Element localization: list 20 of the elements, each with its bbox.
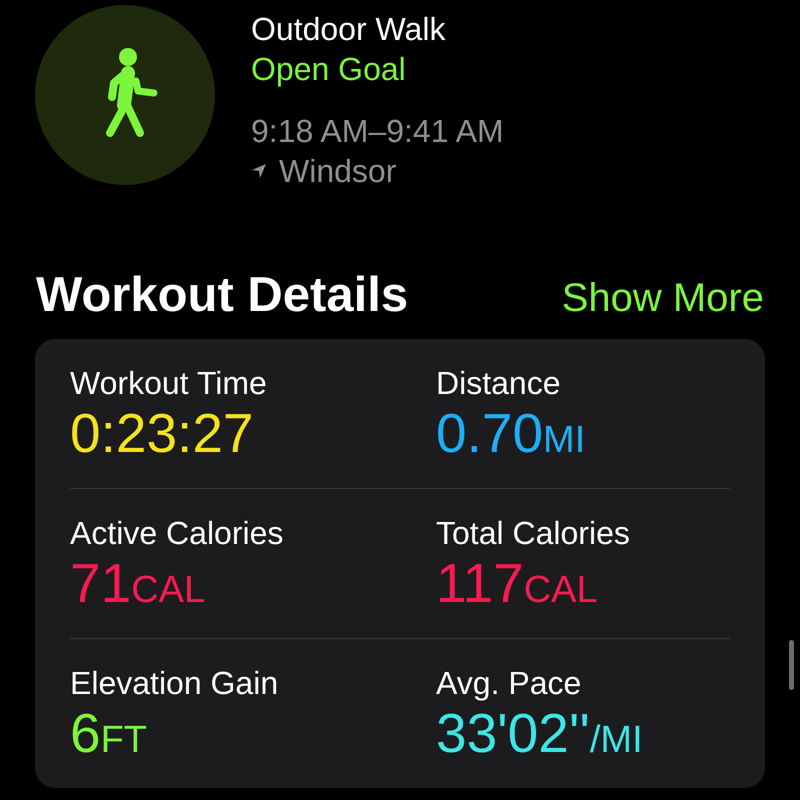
metric-label: Workout Time xyxy=(70,364,268,403)
metric-label: Avg. Pace xyxy=(436,664,582,703)
metric-value: 33'02''/MI xyxy=(436,703,644,766)
workout-title: Outdoor Walk xyxy=(251,10,446,49)
time-range: 9:18 AM–9:41 AM xyxy=(251,112,504,151)
metric-label: Elevation Gain xyxy=(70,664,280,703)
metric-value: 0:23:27 xyxy=(70,403,255,463)
metric-value: 71CAL xyxy=(70,553,206,616)
location-name: Windsor xyxy=(279,152,396,191)
metric-label: Distance xyxy=(436,364,562,403)
show-more-link[interactable]: Show More xyxy=(562,276,764,321)
metric-label: Active Calories xyxy=(70,514,284,553)
metric-value: 6FT xyxy=(70,703,148,766)
scroll-thumb xyxy=(789,640,794,690)
metric-value: 0.70MI xyxy=(436,403,586,466)
metric-value: 117CAL xyxy=(436,553,599,616)
metric-label: Total Calories xyxy=(436,514,631,553)
section-title: Workout Details xyxy=(36,267,408,323)
location-arrow-icon xyxy=(251,163,267,179)
workout-goal: Open Goal xyxy=(251,50,407,89)
